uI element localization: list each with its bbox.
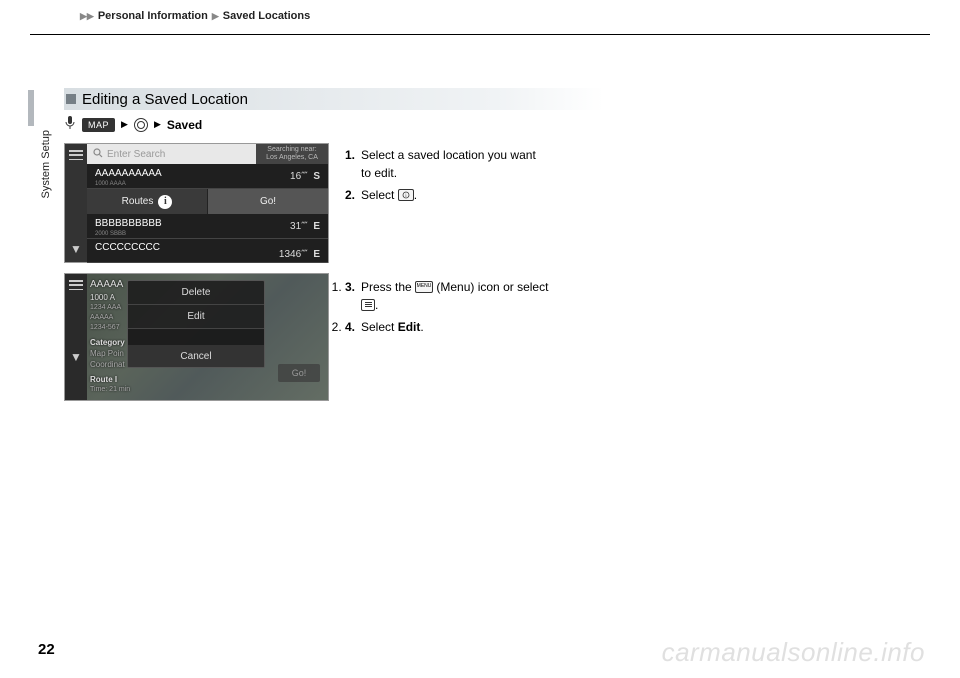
instruction-step-4: 4. Select Edit. [345,318,605,336]
location-addr: 1234-567 [90,323,130,333]
list-item-distance: 1346⁗ E [279,249,320,260]
nav-path: MAP ▶ ▶ Saved [64,116,604,133]
screenshot-edit-dialog: ▼ AAAAA 1000 A 1234 AAA AAAAA 1234-567 C… [64,273,329,401]
location-addr: 1234 AAA [90,303,130,313]
breadcrumb: ▶▶ Personal Information ▶ Saved Location… [80,10,310,22]
search-icon [93,148,103,161]
hamburger-icon-inline [361,299,375,311]
screen2-sidebar: ▼ [65,274,87,400]
screenshot-saved-list: ▼ Enter Search Searching near: Los Angel… [64,143,329,263]
list-item: BBBBBBBBBB 2000 SBBB 31⁗ E [87,214,328,239]
location-name: AAAAA [90,278,130,292]
breadcrumb-arrow-icon: ▶▶ [80,11,94,22]
instruction-step-3: 3. Press the MENU (Menu) icon or select … [345,278,605,314]
map-button-icon: MAP [82,118,115,132]
instruction-step-1: 1. Select a saved location you want to e… [345,146,605,182]
instruction-block-1: 1. Select a saved location you want to e… [345,146,605,208]
path-saved-label: Saved [167,118,202,132]
action-dialog: Delete Edit Cancel [127,280,265,368]
list-item-distance: 31⁗ E [290,221,320,232]
location-route-label: Route I [90,374,130,385]
list-item-sub: 1000 AAAA [95,181,126,187]
dialog-cancel-button: Cancel [128,345,264,367]
step4-text-b: Edit [398,320,421,334]
list-item-name: AAAAAAAAAA [95,168,162,179]
list-item-name: CCCCCCCCC [95,242,160,253]
breadcrumb-item-2: Saved Locations [223,10,310,22]
path-arrow-icon: ▶ [121,119,128,130]
step2-text-a: Select [361,188,398,202]
menu-hardkey-icon: MENU [415,281,433,293]
step4-text-a: Select [361,320,398,334]
routes-go-bar: Routes i Go! [87,189,328,214]
searching-near-box: Searching near: Los Angeles, CA [256,144,328,164]
location-coord: Coordinat [90,359,130,370]
step3-text-b: (Menu) icon or select [436,280,548,294]
list-item-sub: 2000 SBBB [95,231,126,237]
screen1-sidebar: ▼ [65,144,87,262]
breadcrumb-item-1: Personal Information [98,10,208,22]
section-tab [28,90,34,126]
step2-text-b: . [414,188,417,202]
location-addr: 1000 A [90,292,130,303]
routes-button: Routes i [87,189,208,214]
page-number: 22 [38,641,55,658]
screen1-search-input: Enter Search [87,144,256,164]
list-item: AAAAAAAAAA 1000 AAAA 16⁗ S [87,164,328,189]
dialog-spacer [128,329,264,345]
list-item-name: BBBBBBBBBB [95,218,162,229]
routes-label: Routes [122,196,154,207]
instruction-step-2: 2. Select i . [345,186,605,204]
dialog-edit-button: Edit [128,305,264,329]
step1-text-b: to edit. [361,166,397,180]
step4-text-c: . [420,320,423,334]
arrow-down-icon: ▼ [70,350,82,364]
go-button-dimmed: Go! [278,364,320,382]
location-addr: AAAAA [90,313,130,323]
heading-text: Editing a Saved Location [82,91,248,108]
list-item-distance: 16⁗ S [290,171,320,182]
arrow-down-icon: ▼ [70,242,82,256]
instruction-block-2: 3. Press the MENU (Menu) icon or select … [345,278,605,336]
path-arrow-icon: ▶ [154,119,161,130]
search-circle-icon [134,118,148,132]
step3-text-c: . [375,298,378,312]
searching-near-label: Searching near: [256,146,328,154]
section-heading: Editing a Saved Location [64,88,604,110]
hamburger-icon [69,150,83,160]
breadcrumb-arrow-icon: ▶ [212,11,219,22]
dialog-delete-button: Delete [128,281,264,305]
hamburger-icon [69,280,83,290]
side-section-label: System Setup [40,130,52,198]
info-icon-inline: i [398,189,414,201]
voice-icon [64,116,76,133]
step1-text-a: Select a saved location you want [361,148,536,162]
header-rule [30,34,930,35]
search-placeholder: Enter Search [107,149,165,160]
location-category-label: Category [90,337,130,348]
watermark: carmanualsonline.info [662,637,925,668]
go-label: Go! [260,196,276,207]
location-time: Time: 21 min [90,385,130,395]
step3-text-a: Press the [361,280,415,294]
svg-text:i: i [405,194,407,199]
list-item: CCCCCCCCC 1346⁗ E [87,239,328,263]
go-button: Go! [208,189,328,214]
heading-square-icon [66,94,76,104]
info-icon: i [158,195,172,209]
location-info-panel: AAAAA 1000 A 1234 AAA AAAAA 1234-567 Cat… [90,278,130,395]
location-category-value: Map Poin [90,348,130,359]
searching-near-location: Los Angeles, CA [256,154,328,162]
